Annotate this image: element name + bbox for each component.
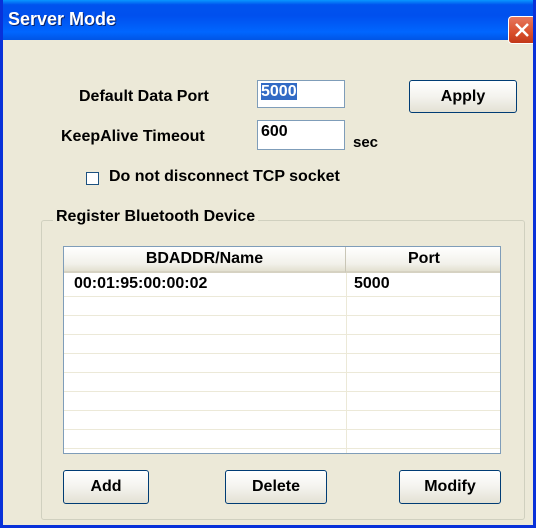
add-button-label: Add xyxy=(90,478,122,495)
keepalive-input[interactable]: 600 xyxy=(257,120,345,150)
row-port-cell: 5000 xyxy=(354,275,390,292)
disconnect-checkbox[interactable] xyxy=(86,172,99,185)
delete-button-label: Delete xyxy=(251,478,301,495)
close-icon xyxy=(515,23,529,37)
empty-row xyxy=(64,373,500,392)
row-bdaddr-cell: 00:01:95:00:00:02 xyxy=(74,275,208,292)
default-port-input[interactable]: 5000 xyxy=(257,80,345,108)
column-header-port-label: Port xyxy=(408,250,440,267)
empty-row xyxy=(64,297,500,316)
close-button[interactable] xyxy=(508,16,533,44)
column-header-bdaddr-label: BDADDR/Name xyxy=(145,250,264,267)
table-row[interactable]: 00:01:95:00:00:02 5000 xyxy=(64,273,500,297)
add-button[interactable]: Add xyxy=(63,470,149,504)
delete-button[interactable]: Delete xyxy=(225,470,327,504)
modify-button-label: Modify xyxy=(424,478,476,495)
apply-button-label: Apply xyxy=(440,88,486,105)
title-bar[interactable]: Server Mode xyxy=(3,0,533,40)
keepalive-label: KeepAlive Timeout xyxy=(61,128,205,145)
modify-button[interactable]: Modify xyxy=(399,470,501,504)
empty-row xyxy=(64,335,500,354)
empty-row xyxy=(64,392,500,411)
disconnect-checkbox-label: Do not disconnect TCP socket xyxy=(109,168,340,185)
default-port-label: Default Data Port xyxy=(79,88,209,105)
keepalive-value: 600 xyxy=(261,123,288,140)
column-header-port[interactable]: Port xyxy=(346,247,500,273)
apply-button[interactable]: Apply xyxy=(409,80,517,113)
empty-row xyxy=(64,354,500,373)
register-group-label: Register Bluetooth Device xyxy=(53,208,259,226)
window-title: Server Mode xyxy=(8,9,117,29)
server-mode-dialog: Server Mode Default Data Port 5000 Apply… xyxy=(0,0,536,528)
default-port-value: 5000 xyxy=(261,83,297,100)
column-header-bdaddr[interactable]: BDADDR/Name xyxy=(64,247,346,273)
empty-row xyxy=(64,411,500,430)
device-list[interactable]: BDADDR/Name Port 00:01:95:00:00:02 5000 xyxy=(63,246,501,454)
empty-row xyxy=(64,430,500,449)
keepalive-unit: sec xyxy=(353,134,379,151)
empty-row xyxy=(64,316,500,335)
